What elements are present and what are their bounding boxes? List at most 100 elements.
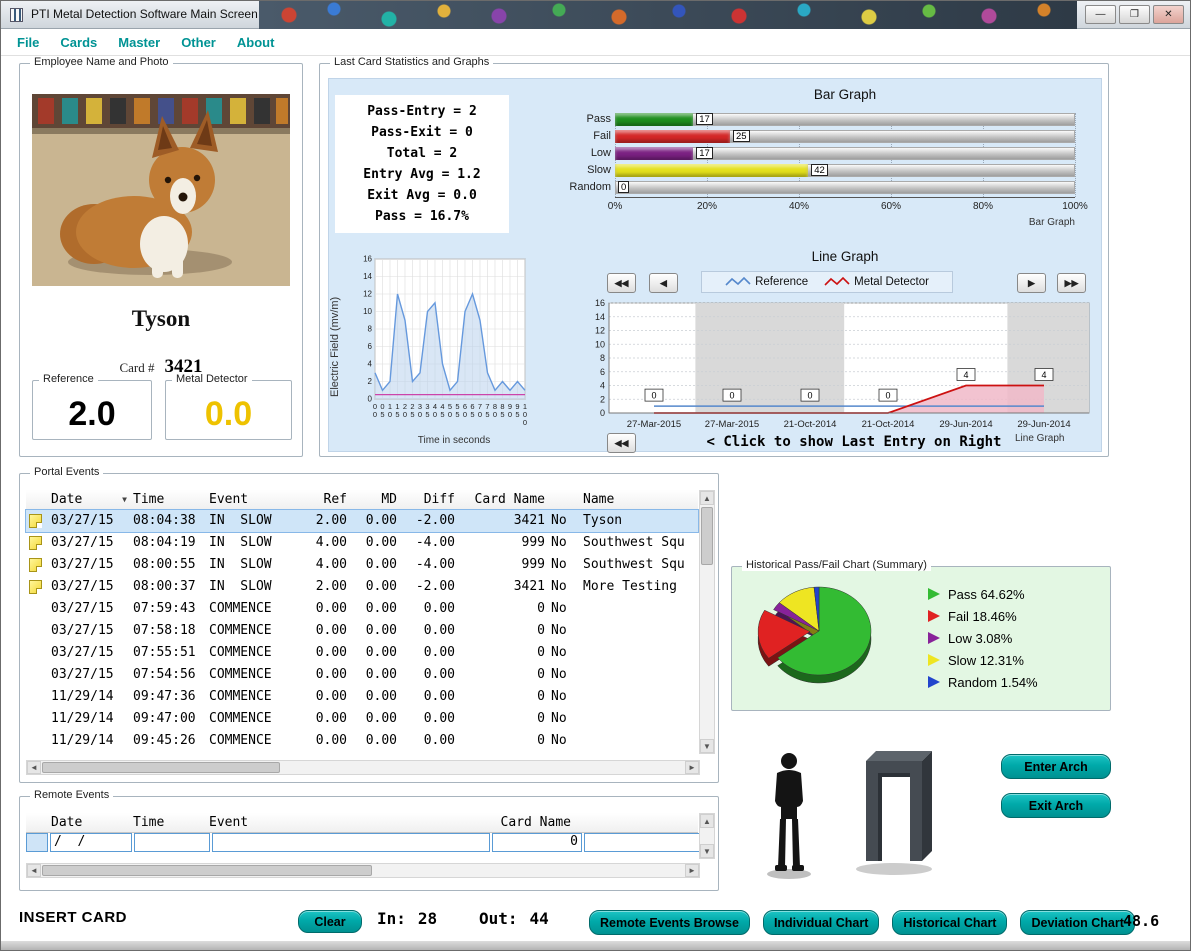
x-axis-date-label: 27-Mar-2015 [705,419,759,430]
portal-event-row[interactable]: 03/27/1507:59:43COMMENCE0.000.000.000No [26,598,698,620]
portal-horizontal-scrollbar[interactable]: ◄ ► [26,760,700,775]
deviation-chart-button[interactable]: Deviation Chart [1020,910,1134,935]
scroll-right-button[interactable]: ► [685,761,699,774]
next-record-button[interactable]: ▶ [1017,273,1046,293]
remote-events-header: DateTimeEventCard Name [26,813,698,833]
svg-text:12: 12 [595,326,605,336]
column-header-card-name[interactable]: Card Name [458,490,548,509]
last-record-button[interactable]: ▶▶ [1057,273,1086,293]
line-graph-title: Line Graph [615,249,1075,264]
scroll-left-button[interactable]: ◄ [27,761,41,774]
portal-event-row[interactable]: 03/27/1507:55:51COMMENCE0.000.000.000No [26,642,698,664]
remote-entry-time[interactable] [134,833,210,852]
bar-graph-title: Bar Graph [615,87,1075,102]
bar-row-slow: Slow42 [615,164,1075,177]
previous-record-button[interactable]: ◀ [649,273,678,293]
cell-card: 3421 [458,510,548,532]
menu-item-other[interactable]: Other [181,35,216,50]
portal-event-row[interactable]: 03/27/1507:54:56COMMENCE0.000.000.000No [26,664,698,686]
menu-item-about[interactable]: About [237,35,275,50]
portal-event-row[interactable]: 03/27/1508:00:55IN SLOW4.000.00-4.00999N… [26,554,698,576]
first-record-button[interactable]: ◀◀ [607,273,636,293]
scroll-down-button[interactable]: ▼ [700,739,714,753]
individual-chart-button[interactable]: Individual Chart [763,910,879,935]
last-card-panel-label: Last Card Statistics and Graphs [330,56,493,68]
close-button[interactable]: ✕ [1153,5,1184,24]
cell-card: 0 [458,708,548,730]
portal-event-row[interactable]: 03/27/1508:04:19IN SLOW4.000.00-4.00999N… [26,532,698,554]
bar-graph: Pass17Fail25Low17Slow42Random0 [615,113,1075,201]
cell-event: COMMENCE [206,642,304,664]
column-header-card-name[interactable]: Card Name [484,813,574,832]
scrollbar-thumb[interactable] [42,762,280,773]
column-header-blank[interactable] [26,813,48,832]
remote-events-browse-button[interactable]: Remote Events Browse [589,910,750,935]
svg-text:5: 5 [515,410,519,419]
column-header-diff[interactable]: Diff [400,490,458,509]
portal-event-row[interactable]: 03/27/1508:00:37IN SLOW2.000.00-2.003421… [26,576,698,598]
column-header-event[interactable]: Event [206,490,304,509]
column-header-blank[interactable] [574,813,698,832]
cell-card: 0 [458,730,548,752]
exit-arch-button[interactable]: Exit Arch [1001,793,1111,818]
portal-event-row[interactable]: 11/29/1409:47:36COMMENCE0.000.000.000No [26,686,698,708]
svg-text:4: 4 [600,381,605,391]
cell-ref: 0.00 [304,708,350,730]
menu-item-file[interactable]: File [17,35,39,50]
remote-entry-date[interactable]: / / [50,833,132,852]
svg-text:0: 0 [478,410,482,419]
svg-text:0: 0 [729,391,734,401]
column-header-ref[interactable]: Ref [304,490,350,509]
x-axis-date-label: 29-Jun-2014 [939,419,992,430]
clear-button[interactable]: Clear [298,910,362,933]
menu-item-master[interactable]: Master [118,35,160,50]
x-axis-date-label: 21-Oct-2014 [862,419,915,430]
scroll-left-button[interactable]: ◄ [27,864,41,877]
cell-time: 09:45:26 [130,730,206,752]
historical-chart-button[interactable]: Historical Chart [892,910,1007,935]
column-header-event[interactable]: Event [206,813,484,832]
enter-arch-button[interactable]: Enter Arch [1001,754,1111,779]
show-last-entry-button[interactable]: ◀◀ [607,433,636,453]
remote-entry-card[interactable]: 0 [492,833,582,852]
cell-date: 11/29/14 [48,686,130,708]
column-header-name[interactable]: Name [580,490,698,509]
cell-time: 07:59:43 [130,598,206,620]
cell-card: 0 [458,620,548,642]
column-header-time[interactable]: Time [130,490,206,509]
remote-horizontal-scrollbar[interactable]: ◄ ► [26,863,700,878]
minimize-button[interactable]: — [1085,5,1116,24]
portal-event-row[interactable]: 03/27/1507:58:18COMMENCE0.000.000.000No [26,620,698,642]
reference-value: 2.0 [33,394,151,434]
remote-events-entry-row[interactable]: / / 0 [26,833,708,852]
pie-legend-item-fail: Fail 18.46% [928,605,1038,627]
historical-chart-panel: Historical Pass/Fail Chart (Summary) Pas… [731,566,1111,711]
column-header-date[interactable]: Date [48,813,130,832]
cell-name: Southwest Squ [580,554,698,576]
cell-md: 0.00 [350,532,400,554]
portal-event-row[interactable]: 03/27/1508:04:38IN SLOW2.000.00-2.003421… [26,510,698,532]
remote-entry-icon[interactable] [26,833,48,852]
column-header-date[interactable]: Date▼ [48,490,130,509]
portal-vertical-scrollbar[interactable]: ▲ ▼ [699,490,715,754]
portal-event-row[interactable]: 11/29/1409:45:26COMMENCE0.000.000.000No [26,730,698,752]
scroll-right-button[interactable]: ► [685,864,699,877]
remote-vertical-scrollbar[interactable]: ▲ ▼ [699,813,715,859]
scroll-up-button[interactable]: ▲ [700,491,714,505]
column-header-blank[interactable] [26,490,48,509]
remote-entry-name[interactable] [584,833,708,852]
scroll-down-button[interactable]: ▼ [700,844,714,858]
menu-item-cards[interactable]: Cards [60,35,97,50]
cell-ref: 0.00 [304,620,350,642]
in-count-label: In: [377,909,406,928]
portal-event-row[interactable]: 11/29/1409:47:00COMMENCE0.000.000.000No [26,708,698,730]
column-header-blank[interactable] [548,490,580,509]
column-header-md[interactable]: MD [350,490,400,509]
column-header-time[interactable]: Time [130,813,206,832]
scrollbar-thumb[interactable] [42,865,372,876]
remote-entry-event[interactable] [212,833,490,852]
maximize-button[interactable]: ❐ [1119,5,1150,24]
cell-name: Southwest Squ [580,532,698,554]
scroll-up-button[interactable]: ▲ [700,814,714,828]
scrollbar-thumb[interactable] [701,507,713,565]
